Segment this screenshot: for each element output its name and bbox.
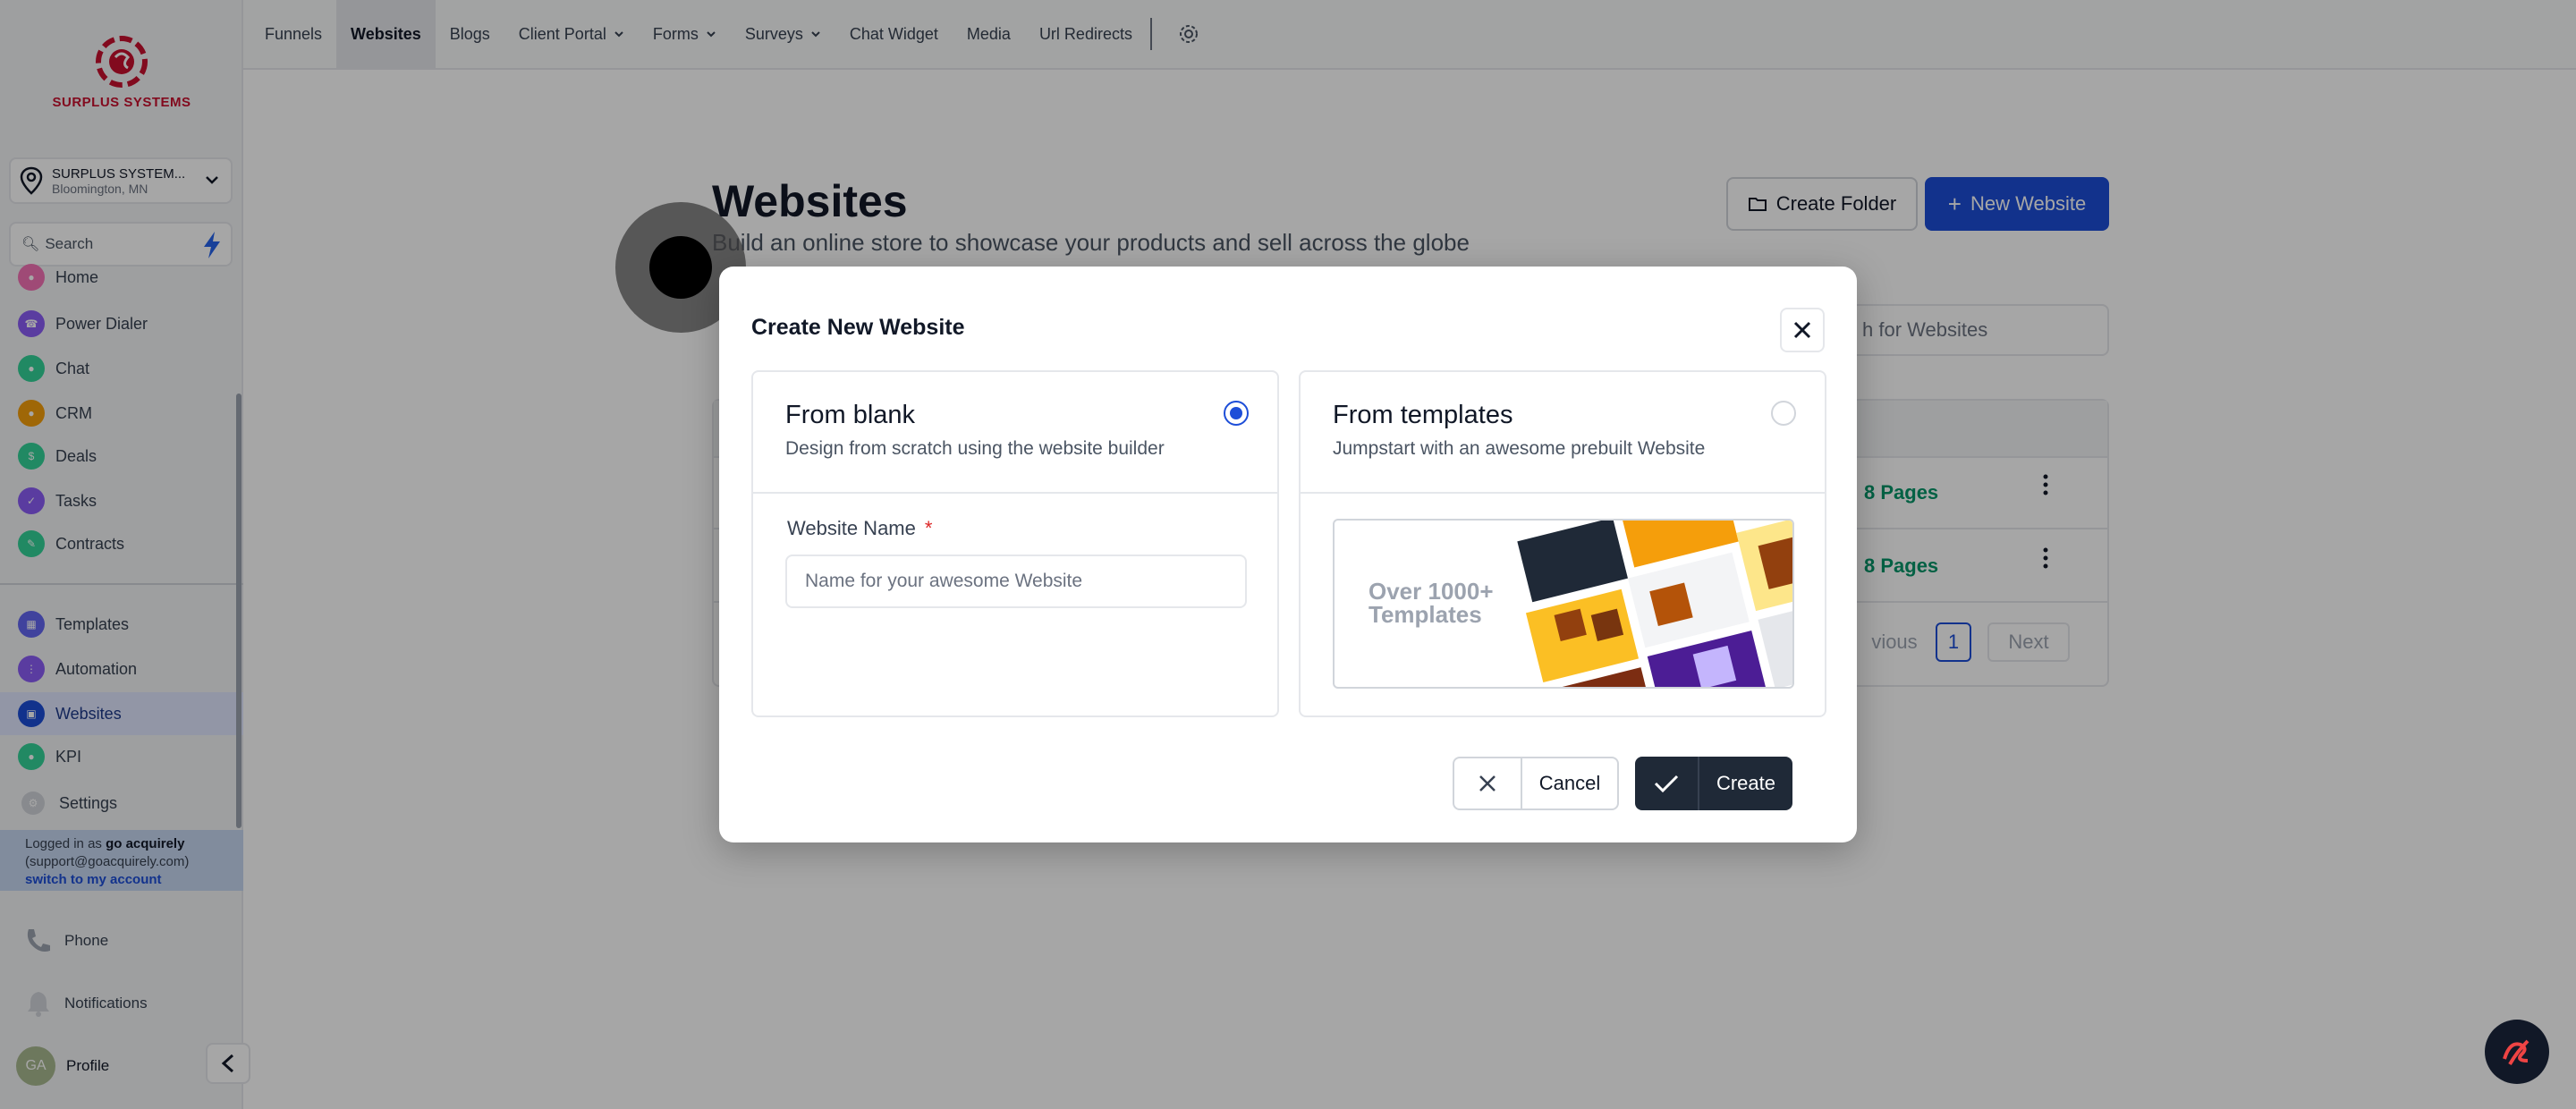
- templates-preview-image: Over 1000+ Templates: [1333, 519, 1794, 689]
- from-templates-radio[interactable]: [1771, 401, 1796, 426]
- from-blank-radio[interactable]: [1224, 401, 1249, 426]
- create-button[interactable]: Create: [1635, 757, 1792, 810]
- website-name-input[interactable]: [785, 554, 1247, 608]
- from-blank-option[interactable]: From blank Design from scratch using the…: [751, 370, 1279, 717]
- option-description: Design from scratch using the website bu…: [785, 438, 1165, 459]
- field-label-text: Website Name: [787, 517, 916, 539]
- create-label: Create: [1716, 772, 1776, 794]
- preview-line: Over 1000+: [1368, 578, 1494, 605]
- modal-title: Create New Website: [751, 315, 965, 340]
- option-header[interactable]: From blank Design from scratch using the…: [753, 372, 1277, 494]
- close-icon: [1793, 321, 1811, 339]
- cancel-icon-wrap: [1454, 758, 1522, 808]
- option-header[interactable]: From templates Jumpstart with an awesome…: [1301, 372, 1825, 494]
- cancel-label: Cancel: [1538, 772, 1601, 794]
- preview-line: Templates: [1368, 601, 1482, 628]
- checkmark-icon: [1654, 775, 1679, 793]
- close-icon: [1479, 775, 1496, 792]
- option-title: From templates: [1333, 401, 1513, 429]
- option-title: From blank: [785, 401, 916, 429]
- from-templates-option[interactable]: From templates Jumpstart with an awesome…: [1299, 370, 1826, 717]
- required-marker: *: [924, 517, 933, 539]
- website-name-label: Website Name *: [787, 517, 932, 540]
- brand-chat-icon: [2503, 1039, 2529, 1065]
- create-icon-wrap: [1635, 757, 1699, 810]
- close-modal-button[interactable]: [1780, 308, 1825, 352]
- templates-collage-graphic: [1517, 521, 1792, 687]
- cancel-button[interactable]: Cancel: [1453, 757, 1619, 810]
- option-description: Jumpstart with an awesome prebuilt Websi…: [1333, 438, 1706, 459]
- templates-preview-text: Over 1000+ Templates: [1368, 580, 1494, 626]
- chat-launcher-button[interactable]: [2485, 1020, 2549, 1084]
- cursor-indicator: [649, 236, 712, 299]
- create-website-modal: Create New Website From blank Design fro…: [719, 267, 1857, 842]
